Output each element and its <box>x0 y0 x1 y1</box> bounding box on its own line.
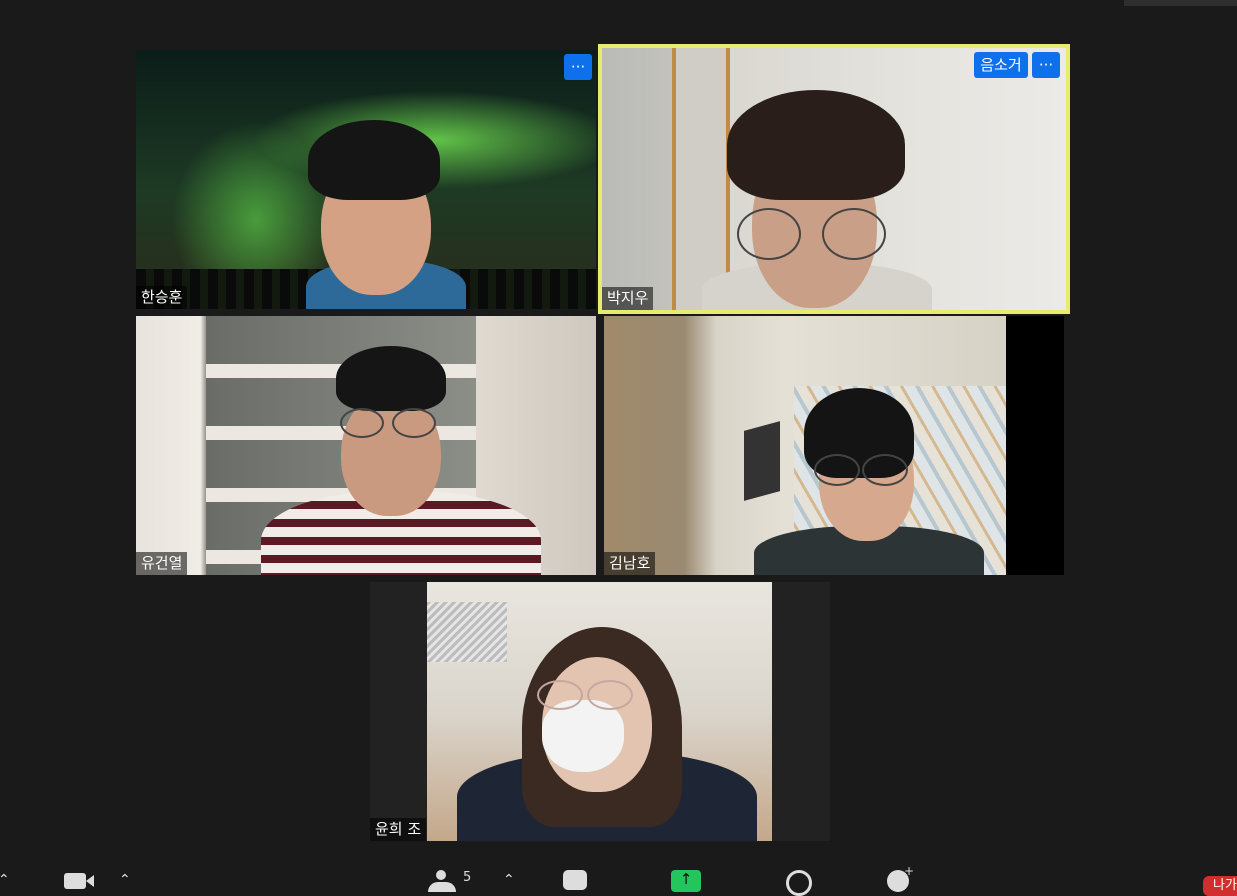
participant-name: 박지우 <box>602 287 654 310</box>
leave-button[interactable]: 나가 <box>1203 876 1237 896</box>
face-mask <box>542 700 624 772</box>
mute-button[interactable]: 음소거 <box>974 52 1028 78</box>
video-camera-icon[interactable] <box>64 873 86 889</box>
cap <box>336 346 446 411</box>
reactions-plus-icon: + <box>904 864 915 878</box>
video-options-chevron-icon[interactable]: ⌃ <box>119 872 131 888</box>
participant-name: 한승훈 <box>136 286 188 309</box>
person-hair <box>727 90 905 200</box>
participants-options-chevron-icon[interactable]: ⌃ <box>503 872 515 888</box>
glasses <box>862 454 908 486</box>
more-options-button[interactable]: ··· <box>564 54 592 80</box>
video-feed <box>604 316 1006 575</box>
video-feed <box>427 582 772 841</box>
video-tile-1[interactable]: ··· 한승훈 <box>136 50 596 309</box>
video-tile-3[interactable]: 유건열 <box>136 316 596 575</box>
video-camera-lens-icon <box>86 875 94 887</box>
participants-icon-head <box>436 870 446 880</box>
glasses <box>392 408 436 438</box>
video-feed <box>136 316 596 575</box>
video-tile-4[interactable]: 김남호 <box>604 316 1064 575</box>
participants-count: 5 <box>463 870 472 885</box>
door-frame <box>672 48 730 310</box>
participant-name: 유건열 <box>136 552 188 575</box>
chat-icon[interactable] <box>563 870 587 890</box>
meeting-toolbar: ⌃ ⌃ 5 ⌃ ↑ + 나가 <box>0 862 1237 896</box>
video-tile-5[interactable]: 윤희 조 <box>370 582 830 841</box>
participant-name: 윤희 조 <box>370 818 427 841</box>
video-tile-2[interactable]: 음소거 ··· 박지우 <box>598 44 1070 314</box>
window-edge-bar <box>1124 0 1237 6</box>
video-feed <box>602 48 1066 310</box>
glasses <box>340 408 384 438</box>
ceiling-ac <box>427 602 507 662</box>
glasses <box>737 208 801 260</box>
glasses <box>587 680 633 710</box>
more-options-button[interactable]: ··· <box>1032 52 1060 78</box>
participants-icon-body <box>428 882 456 892</box>
participant-name: 김남호 <box>604 552 656 575</box>
wall-tv <box>744 421 780 501</box>
video-feed <box>136 50 596 309</box>
glasses <box>537 680 583 710</box>
person-hair <box>308 120 440 200</box>
glasses <box>822 208 886 260</box>
glasses <box>814 454 860 486</box>
record-icon[interactable] <box>786 870 812 896</box>
audio-options-chevron-icon[interactable]: ⌃ <box>0 872 10 888</box>
